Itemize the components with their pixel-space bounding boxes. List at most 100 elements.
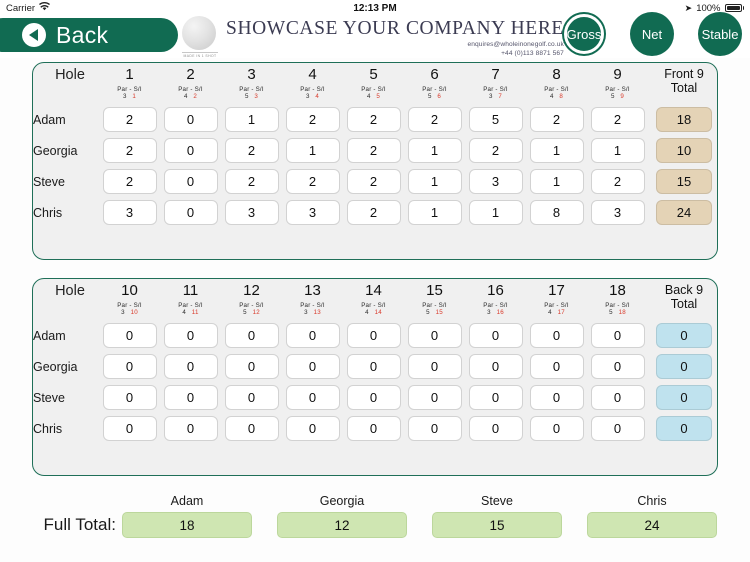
score-cell: 0 [282,413,343,444]
score-input[interactable]: 0 [102,354,157,379]
score-input[interactable]: 0 [224,354,279,379]
score-input[interactable]: 0 [163,416,218,441]
score-input[interactable]: 2 [529,107,584,132]
score-cell: 2 [343,135,404,166]
score-input[interactable]: 0 [468,416,523,441]
mode-button-stable[interactable]: Stable [698,12,742,56]
hole-column-header: 9 Par - S/I 5 9 [587,63,648,104]
score-input[interactable]: 0 [224,416,279,441]
hole-column-header: 3 Par - S/I 5 3 [221,63,282,104]
score-input[interactable]: 0 [590,354,645,379]
score-input[interactable]: 0 [102,385,157,410]
score-input[interactable]: 0 [346,385,401,410]
score-input[interactable]: 0 [529,354,584,379]
score-input[interactable]: 0 [468,354,523,379]
hole-number: 16 [487,282,504,299]
chevron-left-icon [22,23,46,47]
score-input[interactable]: 2 [590,107,645,132]
score-input[interactable]: 0 [529,416,584,441]
score-input[interactable]: 0 [590,385,645,410]
score-input[interactable]: 2 [102,107,157,132]
score-input[interactable]: 0 [285,385,340,410]
score-input[interactable]: 0 [163,107,218,132]
score-input[interactable]: 0 [346,323,401,348]
score-input[interactable]: 1 [590,138,645,163]
score-cell: 0 [160,197,221,228]
score-cell: 1 [404,135,465,166]
score-input[interactable]: 0 [285,354,340,379]
score-input[interactable]: 2 [285,107,340,132]
score-input[interactable]: 2 [285,169,340,194]
back-button[interactable]: Back [0,18,178,52]
score-input[interactable]: 8 [529,200,584,225]
score-input[interactable]: 0 [102,416,157,441]
score-input[interactable]: 0 [285,323,340,348]
score-input[interactable]: 0 [468,323,523,348]
score-input[interactable]: 1 [407,200,462,225]
score-cell: 0 [343,351,404,382]
score-cell: 1 [526,166,587,197]
score-input[interactable]: 2 [102,138,157,163]
score-cell: 2 [587,166,648,197]
score-input[interactable]: 0 [285,416,340,441]
score-cell: 0 [587,351,648,382]
score-input[interactable]: 1 [529,138,584,163]
full-total-label: Full Total: [43,515,116,534]
score-input[interactable]: 1 [224,107,279,132]
score-input[interactable]: 1 [407,138,462,163]
score-input[interactable]: 0 [102,323,157,348]
score-input[interactable]: 2 [224,138,279,163]
back-nine-total-value: 0 [656,323,712,348]
score-cell: 1 [587,135,648,166]
score-input[interactable]: 0 [529,385,584,410]
score-input[interactable]: 2 [346,200,401,225]
score-input[interactable]: 0 [407,323,462,348]
hole-column-header: 11 Par - S/I 4 11 [160,279,221,320]
score-input[interactable]: 0 [590,323,645,348]
score-input[interactable]: 0 [590,416,645,441]
par-si-label: Par - S/I 4 17 [544,301,569,317]
score-input[interactable]: 3 [102,200,157,225]
score-input[interactable]: 0 [529,323,584,348]
mode-button-gross[interactable]: Gross [558,8,610,66]
score-input[interactable]: 0 [224,385,279,410]
score-input[interactable]: 3 [590,200,645,225]
score-input[interactable]: 2 [346,107,401,132]
score-input[interactable]: 1 [407,169,462,194]
score-row: Steve 2 0 2 2 2 1 3 1 2 15 [33,166,720,197]
score-input[interactable]: 1 [468,200,523,225]
score-input[interactable]: 2 [468,138,523,163]
score-input[interactable]: 0 [407,385,462,410]
score-input[interactable]: 2 [346,169,401,194]
score-cell: 0 [160,320,221,351]
score-input[interactable]: 0 [224,323,279,348]
score-input[interactable]: 5 [468,107,523,132]
score-input[interactable]: 3 [285,200,340,225]
score-cell: 0 [160,351,221,382]
score-input[interactable]: 0 [163,169,218,194]
score-input[interactable]: 0 [468,385,523,410]
full-total-values: 18 12 15 24 [122,512,742,538]
score-input[interactable]: 3 [224,200,279,225]
score-input[interactable]: 1 [285,138,340,163]
score-input[interactable]: 0 [163,354,218,379]
hole-number: 15 [426,282,443,299]
score-input[interactable]: 0 [163,200,218,225]
score-input[interactable]: 2 [346,138,401,163]
score-input[interactable]: 0 [346,416,401,441]
mode-button-net-label: Net [641,26,663,42]
score-input[interactable]: 0 [163,385,218,410]
score-input[interactable]: 0 [407,416,462,441]
score-input[interactable]: 2 [590,169,645,194]
score-input[interactable]: 2 [224,169,279,194]
score-input[interactable]: 0 [163,323,218,348]
score-input[interactable]: 3 [468,169,523,194]
score-input[interactable]: 2 [102,169,157,194]
score-input[interactable]: 2 [407,107,462,132]
mode-button-net[interactable]: Net [630,12,674,56]
par-si-label: Par - S/I 4 8 [544,85,569,101]
score-input[interactable]: 1 [529,169,584,194]
score-input[interactable]: 0 [346,354,401,379]
score-input[interactable]: 0 [163,138,218,163]
score-input[interactable]: 0 [407,354,462,379]
